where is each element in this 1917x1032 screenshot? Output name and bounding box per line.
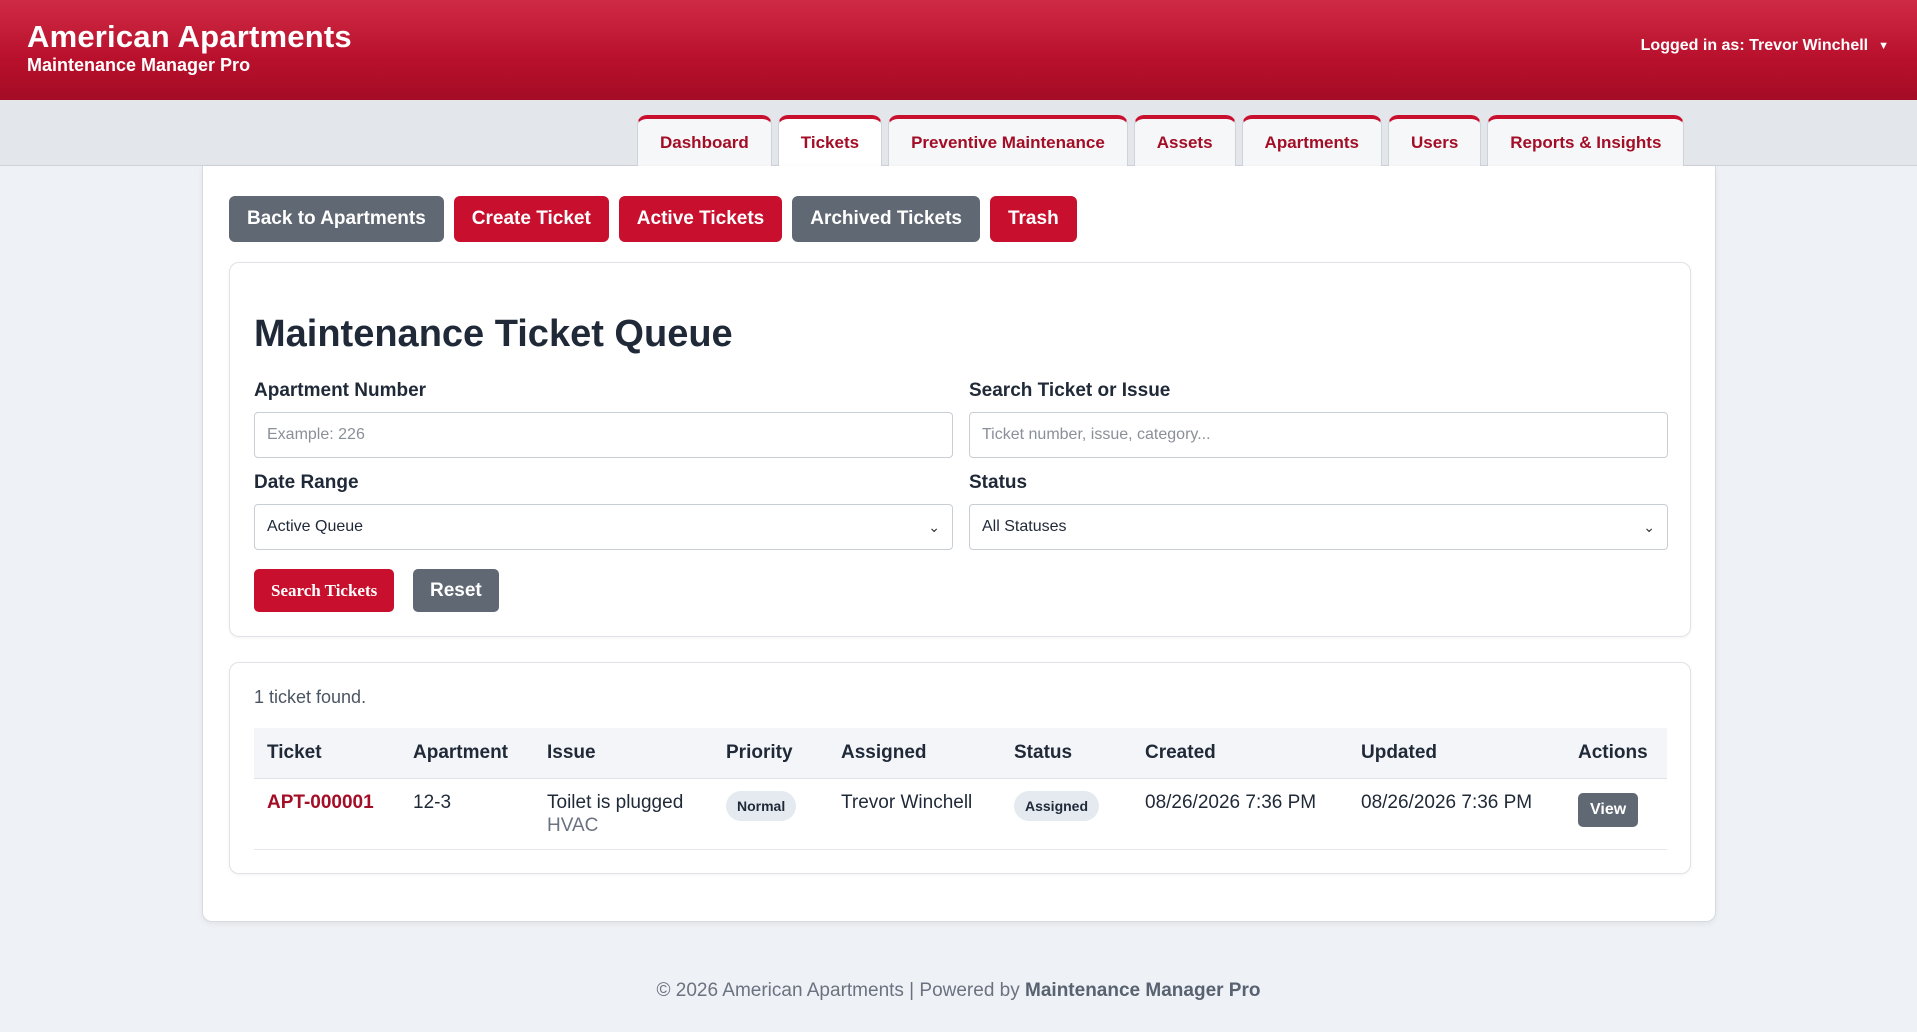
date-range-label: Date Range: [254, 472, 359, 493]
action-bar: Back to Apartments Create Ticket Active …: [229, 196, 1077, 242]
created-cell: 08/26/2026 7:36 PM: [1145, 791, 1317, 813]
column-header-issue[interactable]: Issue: [534, 728, 713, 778]
active-tickets-button[interactable]: Active Tickets: [618, 196, 783, 242]
tab-dashboard[interactable]: Dashboard: [637, 115, 772, 166]
nav-bar: Dashboard Tickets Preventive Maintenance…: [0, 100, 1917, 167]
column-header-ticket[interactable]: Ticket: [254, 728, 400, 778]
tab-apartments[interactable]: Apartments: [1241, 115, 1383, 166]
create-ticket-button[interactable]: Create Ticket: [453, 196, 609, 242]
apartment-cell: 12-3: [413, 791, 452, 813]
assigned-cell: Trevor Winchell: [841, 791, 973, 813]
table-header-row: Ticket Apartment Issue Priority Assigned…: [254, 728, 1667, 778]
issue-cell: Toilet is plugged HVAC: [534, 778, 713, 849]
tab-assets[interactable]: Assets: [1133, 115, 1236, 166]
column-header-status[interactable]: Status: [1001, 728, 1132, 778]
tab-tickets[interactable]: Tickets: [777, 115, 883, 167]
ticket-link[interactable]: APT-000001: [267, 792, 374, 813]
view-button[interactable]: View: [1578, 792, 1639, 827]
back-to-apartments-button[interactable]: Back to Apartments: [229, 196, 444, 242]
footer-text: © 2026 American Apartments | Powered by: [656, 980, 1020, 1001]
status-select[interactable]: All Statuses ⌄: [969, 504, 1668, 550]
brand-subtitle: Maintenance Manager Pro: [27, 55, 251, 75]
issue-category: HVAC: [547, 814, 599, 836]
main-content: Back to Apartments Create Ticket Active …: [202, 166, 1716, 922]
status-badge: Assigned: [1014, 790, 1100, 821]
footer-brand: Maintenance Manager Pro: [1025, 980, 1261, 1001]
reset-button[interactable]: Reset: [413, 569, 499, 612]
column-header-created[interactable]: Created: [1132, 728, 1348, 778]
status-value: All Statuses: [982, 518, 1067, 535]
ticket-table: Ticket Apartment Issue Priority Assigned…: [254, 728, 1667, 850]
filter-panel: Maintenance Ticket Queue Apartment Numbe…: [229, 262, 1691, 637]
chevron-down-icon: ⌄: [928, 518, 940, 535]
search-tickets-button[interactable]: Search Tickets: [254, 569, 395, 612]
archived-tickets-button[interactable]: Archived Tickets: [792, 196, 980, 242]
issue-text: Toilet is plugged: [547, 791, 684, 813]
column-header-apartment[interactable]: Apartment: [400, 728, 534, 778]
apartment-number-input[interactable]: [254, 412, 953, 458]
updated-cell: 08/26/2026 7:36 PM: [1361, 791, 1533, 813]
chevron-down-icon: ⌄: [1643, 518, 1655, 535]
top-header: American Apartments Maintenance Manager …: [0, 0, 1917, 100]
date-range-value: Active Queue: [267, 518, 364, 535]
date-range-select[interactable]: Active Queue ⌄: [254, 504, 953, 550]
search-ticket-input[interactable]: [969, 412, 1668, 458]
result-count: 1 ticket found.: [254, 687, 367, 707]
user-label: Logged in as: Trevor Winchell: [1640, 37, 1869, 54]
results-panel: 1 ticket found. Ticket Apartment Issue P…: [229, 662, 1691, 874]
status-label: Status: [969, 472, 1028, 493]
trash-button[interactable]: Trash: [989, 196, 1077, 242]
footer: © 2026 American Apartments | Powered by …: [0, 980, 1917, 1002]
search-ticket-label: Search Ticket or Issue: [969, 380, 1171, 401]
apartment-number-label: Apartment Number: [254, 380, 427, 401]
tab-preventive-maintenance[interactable]: Preventive Maintenance: [888, 115, 1128, 166]
priority-badge: Normal: [726, 790, 797, 821]
user-menu[interactable]: Logged in as: Trevor Winchell ▼: [1641, 37, 1889, 55]
column-header-priority[interactable]: Priority: [713, 728, 828, 778]
page-title: Maintenance Ticket Queue: [254, 313, 733, 355]
tab-users[interactable]: Users: [1388, 115, 1482, 166]
main-tabs: Dashboard Tickets Preventive Maintenance…: [637, 115, 1685, 167]
column-header-assigned[interactable]: Assigned: [828, 728, 1001, 778]
column-header-actions: Actions: [1578, 741, 1648, 763]
table-row: APT-000001 12-3 Toilet is plugged HVAC N…: [254, 778, 1667, 849]
column-header-updated[interactable]: Updated: [1348, 728, 1565, 778]
caret-down-icon: ▼: [1878, 40, 1889, 52]
brand-title: American Apartments: [27, 19, 352, 54]
tab-reports-insights[interactable]: Reports & Insights: [1487, 115, 1685, 166]
